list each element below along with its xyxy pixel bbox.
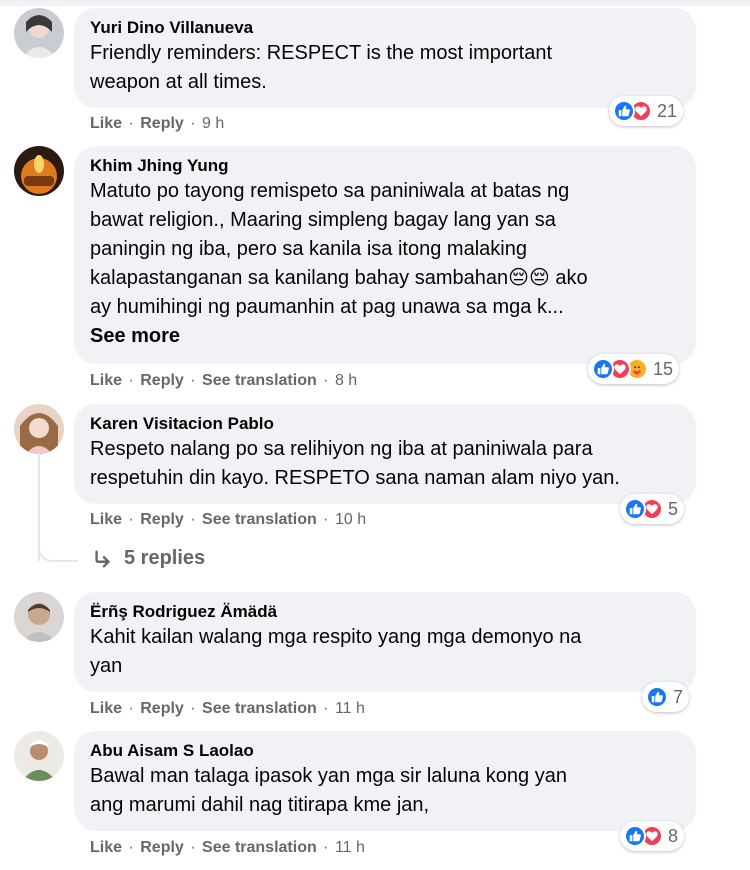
- comment-timestamp[interactable]: 8 h: [335, 372, 357, 389]
- like-icon: [624, 498, 646, 520]
- comment-timestamp[interactable]: 10 h: [335, 511, 366, 528]
- see-translation-link[interactable]: See translation: [202, 511, 317, 528]
- comment-actions: Like · Reply · See translation · 10 h: [90, 511, 367, 528]
- comment-bubble: Ërñş Rodriguez Ämädä Kahit kailan walang…: [74, 592, 696, 692]
- like-button[interactable]: Like: [90, 115, 122, 132]
- comment-actions: Like · Reply · See translation · 11 h: [90, 839, 365, 856]
- comment-bubble: Yuri Dino Villanueva Friendly reminders:…: [74, 8, 696, 108]
- reply-button[interactable]: Reply: [140, 511, 184, 528]
- comment-text: Kahit kailan walang mga respito yang mga…: [90, 626, 582, 677]
- comment-author[interactable]: Karen Visitacion Pablo: [90, 413, 680, 435]
- reaction-count: 21: [657, 100, 678, 121]
- like-button[interactable]: Like: [90, 839, 122, 856]
- like-button[interactable]: Like: [90, 372, 122, 389]
- comment-bubble: Karen Visitacion Pablo Respeto nalang po…: [74, 404, 696, 504]
- top-divider: [0, 0, 750, 6]
- like-button[interactable]: Like: [90, 511, 122, 528]
- comment-author[interactable]: Abu Aisam S Laolao: [90, 740, 680, 762]
- comment-bubble: Khim Jhing Yung Matuto po tayong remispe…: [74, 146, 696, 364]
- like-button[interactable]: Like: [90, 700, 122, 717]
- like-icon: [646, 686, 668, 708]
- avatar[interactable]: [14, 404, 64, 454]
- like-icon: [613, 100, 635, 122]
- comment-text: Respeto nalang po sa relihiyon ng iba at…: [90, 438, 620, 489]
- reaction-summary[interactable]: 8: [620, 821, 685, 851]
- view-replies-link[interactable]: 5 replies: [92, 547, 205, 570]
- comment-bubble: Abu Aisam S Laolao Bawal man talaga ipas…: [74, 731, 696, 831]
- reply-arrow-icon: [95, 549, 110, 568]
- avatar[interactable]: [14, 8, 64, 58]
- see-translation-link[interactable]: See translation: [202, 839, 317, 856]
- comment-author[interactable]: Khim Jhing Yung: [90, 155, 680, 177]
- avatar[interactable]: [14, 592, 64, 642]
- avatar[interactable]: [14, 146, 64, 196]
- avatar[interactable]: [14, 731, 64, 781]
- comment-author[interactable]: Yuri Dino Villanueva: [90, 17, 680, 39]
- comment-timestamp[interactable]: 9 h: [202, 115, 224, 132]
- replies-count-label[interactable]: 5 replies: [124, 547, 205, 570]
- reaction-summary[interactable]: 21: [609, 96, 684, 126]
- reaction-count: 7: [673, 686, 684, 707]
- comment-text: Bawal man talaga ipasok yan mga sir lalu…: [90, 765, 567, 816]
- like-icon: [624, 825, 646, 847]
- comment-actions: Like · Reply · See translation · 8 h: [90, 372, 358, 389]
- comment-timestamp[interactable]: 11 h: [335, 700, 365, 717]
- reaction-summary[interactable]: 15: [588, 354, 680, 384]
- thread-connector: [38, 540, 78, 562]
- like-icon: [592, 358, 614, 380]
- reply-button[interactable]: Reply: [140, 839, 184, 856]
- comment-timestamp[interactable]: 11 h: [335, 839, 365, 856]
- reaction-count: 5: [668, 498, 679, 519]
- comment-author[interactable]: Ërñş Rodriguez Ämädä: [90, 601, 680, 623]
- reaction-summary[interactable]: 5: [620, 494, 685, 524]
- reply-button[interactable]: Reply: [140, 115, 184, 132]
- reply-button[interactable]: Reply: [140, 372, 184, 389]
- reaction-count: 8: [668, 825, 679, 846]
- comment-actions: Like · Reply · 9 h: [90, 115, 225, 132]
- see-more-link[interactable]: See more: [90, 322, 680, 350]
- reply-button[interactable]: Reply: [140, 700, 184, 717]
- see-translation-link[interactable]: See translation: [202, 372, 317, 389]
- comment-actions: Like · Reply · See translation · 11 h: [90, 700, 365, 717]
- reaction-summary[interactable]: 7: [642, 682, 690, 712]
- comment-text: Friendly reminders: RESPECT is the most …: [90, 42, 553, 93]
- comment-text: Matuto po tayong remispeto sa paniniwala…: [90, 180, 588, 318]
- see-translation-link[interactable]: See translation: [202, 700, 317, 717]
- reaction-count: 15: [653, 358, 674, 379]
